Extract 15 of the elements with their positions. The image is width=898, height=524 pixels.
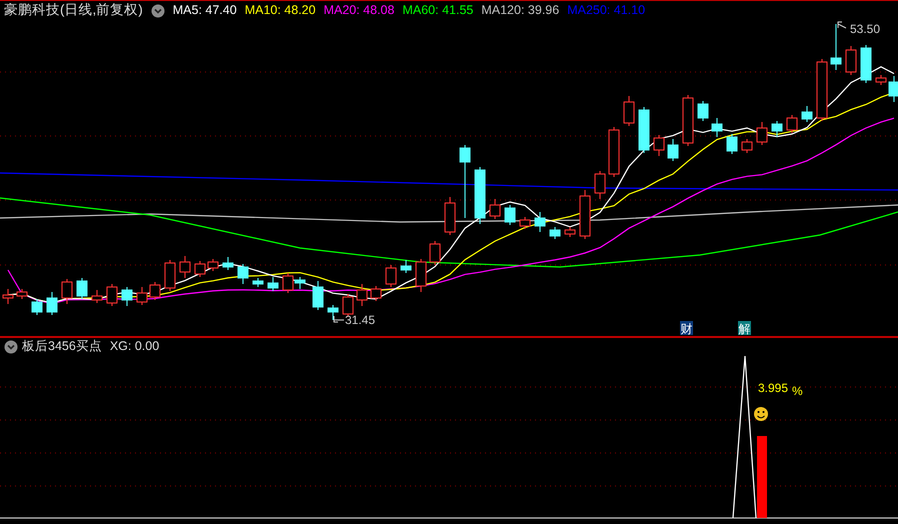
ma-legend-label: MA120: 39.96 [481, 2, 560, 20]
percent-value: 3.995 [758, 381, 788, 395]
percent-sign: % [792, 384, 803, 398]
indicator-title: 板后3456买点 [22, 338, 102, 356]
event-marker[interactable]: 解 [738, 321, 751, 336]
ma-legend-label: MA20: 48.08 [324, 2, 394, 20]
stock-title: 豪鹏科技(日线,前复权) [4, 1, 143, 20]
low-price-label: 31.45 [345, 313, 376, 327]
ma-legend-label: MA5: 47.40 [172, 2, 237, 20]
ma-legend-label: MA60: 41.55 [402, 2, 474, 20]
ma-legend-label: MA10: 48.20 [244, 2, 316, 20]
ma-legend-label: MA250: 41.10 [567, 2, 646, 20]
high-price-label: 53.50 [850, 22, 880, 36]
event-marker[interactable]: 财 [680, 321, 693, 336]
indicator-value: XG: 0.00 [110, 338, 160, 356]
